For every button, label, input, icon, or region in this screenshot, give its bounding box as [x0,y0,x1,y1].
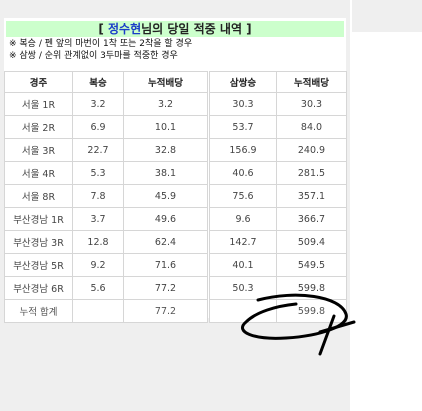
race-cell: 서울 8R [4,184,73,208]
side-strip [352,0,422,32]
table-row: 부산경남 6R 5.6 77.2 [4,276,208,300]
race-cell: 서울 3R [4,138,73,162]
cumulative-cell: 77.2 [123,276,208,300]
col-header-race: 경주 [4,71,73,93]
trifecta-cell: 75.6 [209,184,277,208]
total-row: 누적 합계 77.2 [4,299,208,323]
quinella-cell: 12.8 [72,230,124,254]
race-cell: 부산경남 5R [4,253,73,277]
trifecta-cell: 156.9 [209,138,277,162]
table-row: 53.7 84.0 [209,115,347,139]
col-header-quinella: 복승 [72,71,124,93]
table-row: 부산경남 5R 9.2 71.6 [4,253,208,277]
cumulative-cell: 281.5 [276,161,347,185]
table-row: 9.6 366.7 [209,207,347,231]
trifecta-cell: 40.6 [209,161,277,185]
cumulative-cell: 366.7 [276,207,347,231]
cumulative-cell: 84.0 [276,115,347,139]
quinella-cell: 6.9 [72,115,124,139]
cumulative-cell: 62.4 [123,230,208,254]
cumulative-cell: 30.3 [276,92,347,116]
total-race-cell: 누적 합계 [4,299,73,323]
table-header-row: 경주 복승 누적배당 [4,71,208,93]
race-cell: 부산경남 3R [4,230,73,254]
trifecta-cell: 9.6 [209,207,277,231]
table-row: 30.3 30.3 [209,92,347,116]
cumulative-cell: 49.6 [123,207,208,231]
cumulative-cell: 10.1 [123,115,208,139]
quinella-table: 경주 복승 누적배당 서울 1R 3.2 3.2 서울 2R 6.9 10.1 서울 3R 2… [4,71,208,323]
quinella-cell: 5.6 [72,276,124,300]
quinella-cell: 5.3 [72,161,124,185]
trifecta-table: 삼쌍승 누적배당 30.3 30.3 53.7 84.0 156.9 240.9 40.6 2… [209,71,347,323]
table-row: 156.9 240.9 [209,138,347,162]
title-text: 님의 당일 적중 내역 ] [141,22,252,36]
note-line-1: ※ 복승 / 펜 앞의 마번이 1착 또는 2착을 할 경우 [9,39,193,49]
col-header-cumulative: 누적배당 [276,71,347,93]
cumulative-cell: 38.1 [123,161,208,185]
table-row: 40.6 281.5 [209,161,347,185]
col-header-trifecta: 삼쌍승 [209,71,277,93]
quinella-cell: 3.2 [72,92,124,116]
trifecta-cell: 30.3 [209,92,277,116]
cumulative-cell: 357.1 [276,184,347,208]
total-quinella-cell [72,299,124,323]
title-bracket: [ [98,22,108,36]
cumulative-cell: 240.9 [276,138,347,162]
handwritten-circle-mark [241,293,356,356]
race-cell: 서울 2R [4,115,73,139]
table-header-row: 삼쌍승 누적배당 [209,71,347,93]
total-cumulative-cell: 77.2 [123,299,208,323]
cumulative-cell: 3.2 [123,92,208,116]
table-row: 서울 8R 7.8 45.9 [4,184,208,208]
trifecta-cell: 40.1 [209,253,277,277]
quinella-cell: 22.7 [72,138,124,162]
col-header-cumulative: 누적배당 [123,71,208,93]
table-row: 서울 3R 22.7 32.8 [4,138,208,162]
table-row: 40.1 549.5 [209,253,347,277]
cumulative-cell: 549.5 [276,253,347,277]
quinella-cell: 7.8 [72,184,124,208]
table-row: 부산경남 3R 12.8 62.4 [4,230,208,254]
trifecta-cell: 53.7 [209,115,277,139]
quinella-cell: 9.2 [72,253,124,277]
race-cell: 부산경남 1R [4,207,73,231]
quinella-cell: 3.7 [72,207,124,231]
user-name: 정수현 [108,22,142,36]
race-cell: 부산경남 6R [4,276,73,300]
page-title: [ 정수현님의 당일 적중 내역 ] [6,21,344,37]
cumulative-cell: 71.6 [123,253,208,277]
table-row: 서울 1R 3.2 3.2 [4,92,208,116]
table-row: 부산경남 1R 3.7 49.6 [4,207,208,231]
table-row: 서울 2R 6.9 10.1 [4,115,208,139]
cumulative-cell: 45.9 [123,184,208,208]
cumulative-cell: 509.4 [276,230,347,254]
table-row: 서울 4R 5.3 38.1 [4,161,208,185]
table-row: 75.6 357.1 [209,184,347,208]
race-cell: 서울 4R [4,161,73,185]
table-row: 142.7 509.4 [209,230,347,254]
trifecta-cell: 142.7 [209,230,277,254]
note-line-2: ※ 삼쌍 / 순위 관계없이 3두마를 적중한 경우 [9,51,178,61]
race-cell: 서울 1R [4,92,73,116]
cumulative-cell: 32.8 [123,138,208,162]
